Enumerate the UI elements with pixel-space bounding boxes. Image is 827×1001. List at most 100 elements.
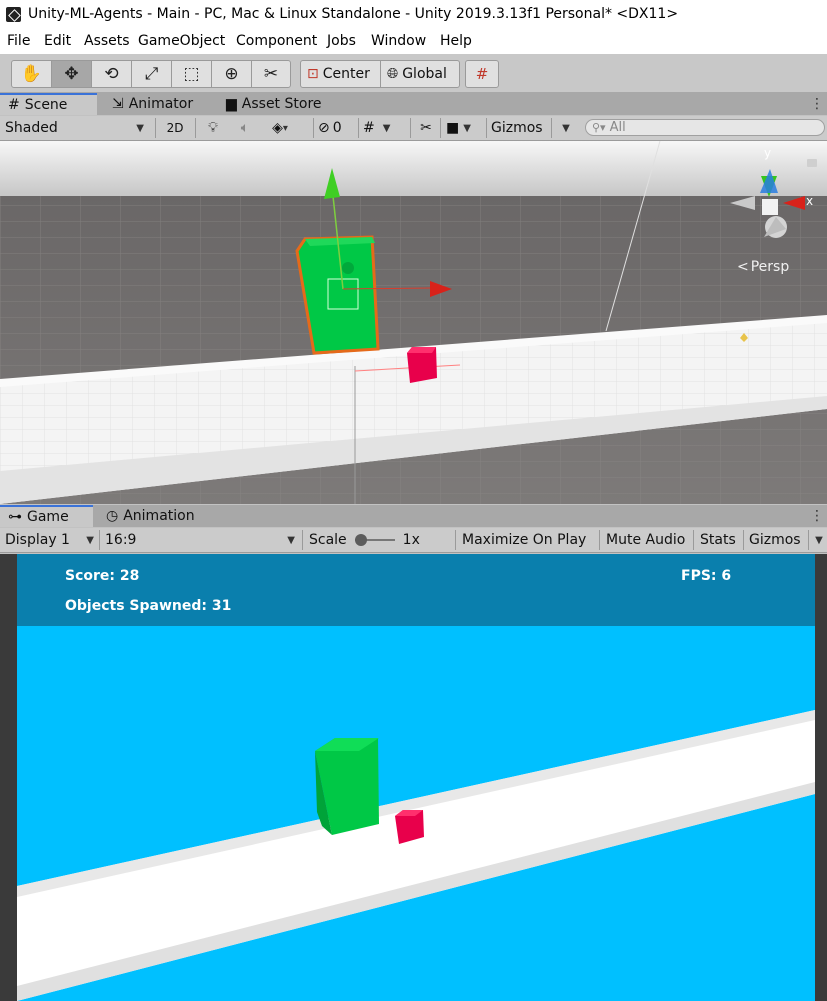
window-title-bar: Unity-ML-Agents - Main - PC, Mac & Linux… <box>0 0 827 30</box>
audio-toggle[interactable]: 🔈︎ <box>235 116 255 140</box>
shading-mode-dropdown[interactable]: Shaded ▼ <box>5 116 150 140</box>
animator-icon: ⇲ <box>112 96 124 112</box>
scale-tool-button[interactable]: ⤢ <box>132 61 172 87</box>
camera-settings-dropdown[interactable]: ■ ▼ <box>446 116 484 140</box>
tab-scene[interactable]: # Scene <box>0 93 97 115</box>
chevron-down-icon: ▼ <box>463 122 471 134</box>
rect-tool-button[interactable]: ⬚ <box>172 61 212 87</box>
scene-tools-button[interactable]: ✂ <box>416 116 436 140</box>
menu-component[interactable]: Component <box>236 33 317 49</box>
projection-toggle[interactable]: < Persp <box>737 259 789 275</box>
rect-tool-icon: ⬚ <box>183 64 200 84</box>
scene-controls: Shaded ▼ 2D 💡︎ 🔈︎ ◈ ▾ ⊘ 0 # ▼ ✂ ■ ▼ Gizmo… <box>0 116 827 141</box>
scale-slider[interactable]: Scale 1x <box>309 528 449 552</box>
orientation-y-label: y <box>764 146 772 160</box>
rotate-tool-icon: ⟲ <box>104 64 119 84</box>
game-render <box>17 554 815 1001</box>
lighting-toggle[interactable]: 💡︎ <box>203 116 223 140</box>
2d-mode-toggle[interactable]: 2D <box>160 116 190 140</box>
tab-asset-store[interactable]: ▆ Asset Store <box>218 93 330 115</box>
transform-tool-button[interactable]: ⊕ <box>212 61 252 87</box>
clock-icon: ◷ <box>106 508 119 524</box>
rotate-tool-button[interactable]: ⟲ <box>92 61 132 87</box>
snap-controls: # <box>465 60 499 88</box>
menu-jobs[interactable]: Jobs <box>327 33 356 49</box>
gizmos-button[interactable]: Gizmos <box>491 116 547 140</box>
hand-tool-button[interactable]: ✋ <box>12 61 52 87</box>
move-tool-button[interactable]: ✥ <box>52 61 92 87</box>
menu-assets[interactable]: Assets <box>84 33 130 49</box>
menu-window[interactable]: Window <box>371 33 426 49</box>
scene-viewport[interactable]: y x < Persp <box>0 141 827 504</box>
grid-snap-icon: # <box>475 65 489 83</box>
tab-game[interactable]: ⊶ Game <box>0 505 93 527</box>
pivot-space-label: Global <box>402 66 447 82</box>
lightbulb-icon: 💡︎ <box>208 120 218 136</box>
grid-icon: # <box>363 120 375 136</box>
search-icon: ⚲▾ <box>592 121 606 134</box>
gamepad-icon: ⊶ <box>8 509 22 525</box>
gizmos-dropdown[interactable]: ▼ <box>556 116 576 140</box>
custom-tool-button[interactable]: ✂ <box>252 61 290 87</box>
main-toolbar: ✋ ✥ ⟲ ⤢ ⬚ ⊕ ✂ ⊡ Center 🌐︎ Global # <box>0 54 827 93</box>
tools-icon: ✂ <box>420 120 432 136</box>
hud-bar <box>17 554 815 626</box>
tab-animation[interactable]: ◷ Animation <box>98 505 203 527</box>
pivot-space-button[interactable]: 🌐︎ Global <box>381 61 459 87</box>
bag-icon: ▆ <box>226 96 237 112</box>
scale-slider-track[interactable] <box>354 534 395 546</box>
score-label: Score: 28 <box>65 568 140 584</box>
chevron-down-icon: ▼ <box>287 534 295 546</box>
scene-panel-menu-icon[interactable]: ⋮ <box>810 96 824 112</box>
hand-tool-icon: ✋ <box>20 64 43 84</box>
game-gizmos-button[interactable]: Gizmos <box>749 528 801 552</box>
scale-slider-thumb[interactable] <box>354 534 367 546</box>
menu-gameobject[interactable]: GameObject <box>138 33 225 49</box>
menu-edit[interactable]: Edit <box>44 33 71 49</box>
grid-icon: # <box>8 97 20 113</box>
menu-help[interactable]: Help <box>440 33 472 49</box>
scene-search-input[interactable]: ⚲▾ All <box>585 119 825 136</box>
menu-file[interactable]: File <box>7 33 30 49</box>
objects-spawned-label: Objects Spawned: 31 <box>65 598 232 614</box>
pivot-mode-label: Center <box>322 66 370 82</box>
tab-animator[interactable]: ⇲ Animator <box>104 93 201 115</box>
layers-icon: ◈ <box>272 120 283 136</box>
stats-toggle[interactable]: Stats <box>700 528 736 552</box>
scene-tab-bar: # Scene ⇲ Animator ▆ Asset Store ⋮ <box>0 93 827 115</box>
mute-audio-toggle[interactable]: Mute Audio <box>606 528 685 552</box>
chevron-left-icon: < <box>737 259 749 275</box>
move-tool-icon: ✥ <box>64 64 79 84</box>
globe-icon: 🌐︎ <box>387 66 399 82</box>
effects-dropdown[interactable]: ◈ ▾ <box>265 116 295 140</box>
menu-bar: File Edit Assets GameObject Component Jo… <box>0 30 827 54</box>
speaker-icon: 🔈︎ <box>240 120 250 136</box>
display-dropdown[interactable]: Display 1 ▼ <box>5 528 97 552</box>
transform-tool-icon: ⊕ <box>224 64 239 84</box>
game-panel-menu-icon[interactable]: ⋮ <box>810 508 824 524</box>
custom-tool-icon: ✂ <box>263 64 279 84</box>
pivot-controls: ⊡ Center 🌐︎ Global <box>300 60 460 88</box>
chevron-down-icon: ▼ <box>562 122 570 134</box>
unity-logo-icon <box>6 7 21 22</box>
camera-icon: ■ <box>446 120 460 136</box>
grid-snap-button[interactable]: # <box>466 61 498 87</box>
chevron-down-icon: ▼ <box>382 122 391 134</box>
hidden-objects-toggle[interactable]: ⊘ 0 <box>318 116 354 140</box>
transform-tools: ✋ ✥ ⟲ ⤢ ⬚ ⊕ ✂ <box>11 60 291 88</box>
scale-tool-icon: ⤢ <box>144 64 159 84</box>
fps-label: FPS: 6 <box>681 568 732 584</box>
pivot-center-icon: ⊡ <box>307 66 319 82</box>
game-controls: Display 1 ▼ 16:9 ▼ Scale 1x Maximize On … <box>0 528 827 553</box>
chevron-down-icon: ▼ <box>815 534 823 546</box>
chevron-down-icon: ▼ <box>86 534 94 546</box>
maximize-on-play-toggle[interactable]: Maximize On Play <box>462 528 586 552</box>
chevron-down-icon: ▼ <box>136 122 144 134</box>
pivot-mode-button[interactable]: ⊡ Center <box>301 61 381 87</box>
game-gizmos-dropdown[interactable]: ▼ <box>813 528 825 552</box>
aspect-dropdown[interactable]: 16:9 ▼ <box>105 528 298 552</box>
scene-render <box>0 141 827 504</box>
window-title: Unity-ML-Agents - Main - PC, Mac & Linux… <box>28 6 679 22</box>
grid-visibility-dropdown[interactable]: # ▼ <box>363 116 407 140</box>
game-viewport[interactable]: Score: 28 Objects Spawned: 31 FPS: 6 <box>17 554 815 1001</box>
